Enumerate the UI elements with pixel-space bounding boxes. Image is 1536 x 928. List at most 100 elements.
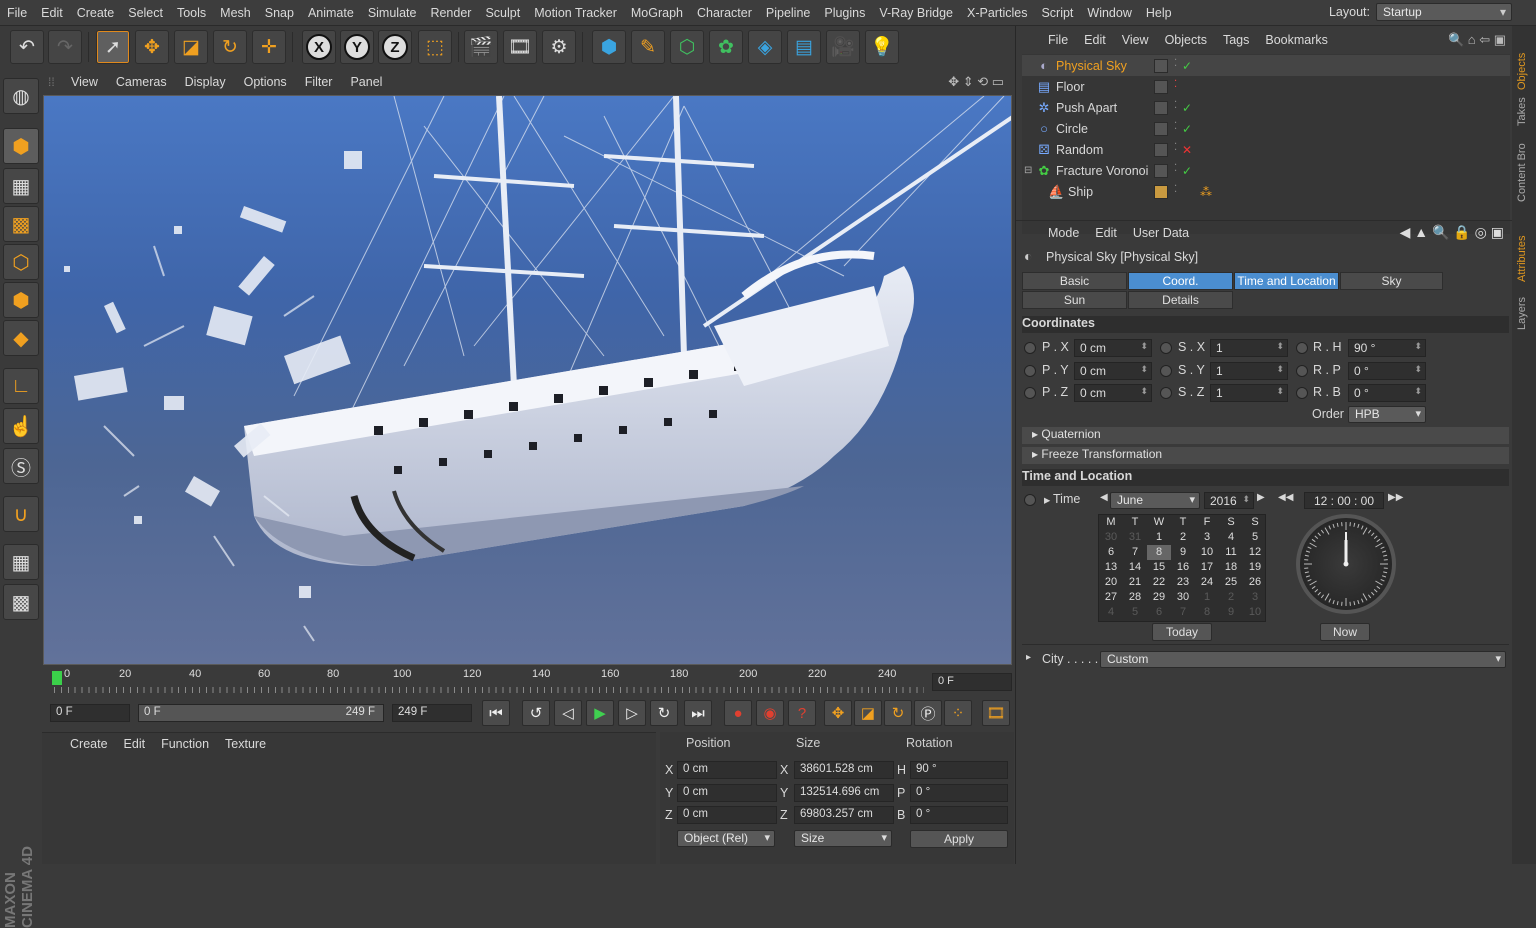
render-dot[interactable]: ⁚ — [1174, 60, 1182, 68]
calendar-day[interactable]: 20 — [1099, 575, 1123, 590]
menu-tools[interactable]: Tools — [170, 6, 213, 20]
object-row-random[interactable]: ⚄ Random ⁚ ✕ — [1022, 139, 1510, 160]
now-button[interactable]: Now — [1320, 623, 1370, 641]
current-frame-field[interactable]: 0 F — [932, 673, 1012, 691]
side-tab-takes[interactable]: Takes — [1516, 86, 1532, 126]
next-month-icon[interactable]: ▶ — [1257, 492, 1265, 503]
menu-window[interactable]: Window — [1080, 6, 1138, 20]
objects-menu-bookmarks[interactable]: Bookmarks — [1257, 33, 1336, 47]
timeline-ruler[interactable]: 0 20 40 60 80 100 120 140 160 180 200 22… — [42, 665, 1014, 697]
layout-dropdown[interactable]: Startup — [1376, 3, 1512, 21]
redo-icon[interactable]: ↷ — [48, 30, 82, 64]
attributes-menu-user-data[interactable]: User Data — [1125, 226, 1197, 240]
menu-vray-bridge[interactable]: V-Ray Bridge — [872, 6, 960, 20]
live-selection-icon[interactable]: ✛ — [252, 30, 286, 64]
calendar-day[interactable]: 31 — [1123, 530, 1147, 545]
enabled-check-icon[interactable]: ✓ — [1182, 59, 1192, 73]
preview-range-slider[interactable]: 0 F 249 F — [138, 704, 384, 722]
object-row-physical-sky[interactable]: ◐ Physical Sky ⁚ ✓ — [1022, 55, 1510, 76]
collapse-toggle-icon[interactable]: ⊟ — [1024, 165, 1032, 176]
previous-frame-icon[interactable]: ◁ — [554, 700, 582, 726]
side-tab-objects[interactable]: Objects — [1516, 34, 1532, 90]
lock-workplane-icon[interactable]: ▦ — [3, 544, 39, 580]
phong-tag-icon[interactable]: ⁂ — [1200, 185, 1212, 199]
object-row-ship[interactable]: ⛵ Ship ⁚ ⁂ — [1022, 181, 1510, 202]
make-editable-icon[interactable]: ◍ — [3, 78, 39, 114]
tab-details[interactable]: Details — [1128, 291, 1233, 309]
pos-x-field[interactable]: 0 cm — [677, 761, 777, 779]
key-pla-icon[interactable]: ⁘ — [944, 700, 972, 726]
render-dot[interactable]: ⁚ — [1174, 123, 1182, 131]
move-tool-icon[interactable]: ✥ — [135, 30, 169, 64]
light-icon[interactable]: 💡 — [865, 30, 899, 64]
today-button[interactable]: Today — [1152, 623, 1212, 641]
visibility-toggle[interactable] — [1154, 101, 1168, 115]
calendar-day[interactable]: 15 — [1147, 560, 1171, 575]
enabled-check-icon[interactable]: ✓ — [1182, 164, 1192, 178]
size-y-field[interactable]: 132514.696 cm — [794, 784, 894, 802]
solo-icon[interactable]: Ⓢ — [3, 448, 39, 484]
disabled-x-icon[interactable]: ✕ — [1182, 143, 1192, 157]
planar-workplane-icon[interactable]: ▩ — [3, 584, 39, 620]
menu-edit[interactable]: Edit — [34, 6, 70, 20]
calendar-day[interactable]: 8 — [1195, 605, 1219, 620]
size-mode-dropdown[interactable]: Size — [794, 830, 892, 847]
key-rotation-icon[interactable]: ↻ — [884, 700, 912, 726]
rotate-tool-icon[interactable]: ↻ — [213, 30, 247, 64]
object-row-circle[interactable]: ○ Circle ⁚ ✓ — [1022, 118, 1510, 139]
objects-menu-objects[interactable]: Objects — [1157, 33, 1215, 47]
calendar-day[interactable]: 3 — [1195, 530, 1219, 545]
menu-render[interactable]: Render — [423, 6, 478, 20]
menu-mograph[interactable]: MoGraph — [624, 6, 690, 20]
3d-viewport[interactable] — [43, 95, 1012, 665]
size-x-field[interactable]: 38601.528 cm — [794, 761, 894, 779]
animate-radio[interactable] — [1024, 365, 1036, 377]
menu-simulate[interactable]: Simulate — [361, 6, 424, 20]
p-y-field[interactable]: 0 cm⬍ — [1074, 362, 1152, 380]
material-menu-texture[interactable]: Texture — [217, 737, 274, 751]
viewport-nav-icons[interactable]: ✥ ⇕ ⟲ ▭ — [948, 74, 1004, 90]
menu-sculpt[interactable]: Sculpt — [478, 6, 527, 20]
calendar-day[interactable]: 3 — [1243, 590, 1267, 605]
date-calendar[interactable]: M T W T F S S 30311234567891011121314151… — [1098, 514, 1266, 622]
tweak-mode-icon[interactable]: ☝ — [3, 408, 39, 444]
animate-radio[interactable] — [1160, 365, 1172, 377]
calendar-day[interactable]: 30 — [1171, 590, 1195, 605]
objects-menu-file[interactable]: File — [1040, 33, 1076, 47]
timeline-window-icon[interactable]: 🎞 — [982, 700, 1010, 726]
calendar-day[interactable]: 13 — [1099, 560, 1123, 575]
tab-basic[interactable]: Basic — [1022, 272, 1127, 290]
attributes-menu-edit[interactable]: Edit — [1087, 226, 1125, 240]
key-position-icon[interactable]: ✥ — [824, 700, 852, 726]
snap-magnet-icon[interactable]: ∪ — [3, 496, 39, 532]
month-dropdown[interactable]: June — [1110, 492, 1200, 509]
menu-file[interactable]: File — [0, 6, 34, 20]
calendar-day[interactable]: 1 — [1147, 530, 1171, 545]
animate-radio[interactable] — [1024, 494, 1036, 506]
animate-radio[interactable] — [1024, 342, 1036, 354]
play-icon[interactable]: ▶ — [586, 700, 614, 726]
visibility-toggle[interactable] — [1154, 122, 1168, 136]
year-field[interactable]: 2016⬍ — [1204, 492, 1254, 509]
pos-z-field[interactable]: 0 cm — [677, 806, 777, 824]
calendar-day[interactable]: 5 — [1123, 605, 1147, 620]
menu-select[interactable]: Select — [121, 6, 170, 20]
cloner-icon[interactable]: ✿ — [709, 30, 743, 64]
render-picture-viewer-icon[interactable]: 🎞 — [503, 30, 537, 64]
object-row-fracture-voronoi[interactable]: ⊟ ✿ Fracture Voronoi ⁚ ✓ — [1022, 160, 1510, 181]
attribute-nav-icons[interactable]: ◀ ▲ 🔍 🔒 ◎ ▣ — [1400, 224, 1504, 241]
object-row-floor[interactable]: ▤ Floor ⁚ — [1022, 76, 1510, 97]
calendar-day[interactable]: 18 — [1219, 560, 1243, 575]
menu-character[interactable]: Character — [690, 6, 759, 20]
calendar-day[interactable]: 8 — [1147, 545, 1171, 560]
calendar-day[interactable]: 4 — [1219, 530, 1243, 545]
deformer-icon[interactable]: ◈ — [748, 30, 782, 64]
scale-tool-icon[interactable]: ◪ — [174, 30, 208, 64]
size-z-field[interactable]: 69803.257 cm — [794, 806, 894, 824]
calendar-day[interactable]: 23 — [1171, 575, 1195, 590]
workplane-mode-icon[interactable]: ▩ — [3, 206, 39, 242]
z-axis-lock-icon[interactable]: Z — [378, 30, 412, 64]
r-p-field[interactable]: 0 °⬍ — [1348, 362, 1426, 380]
key-parameter-icon[interactable]: Ⓟ — [914, 700, 942, 726]
calendar-day[interactable]: 4 — [1099, 605, 1123, 620]
